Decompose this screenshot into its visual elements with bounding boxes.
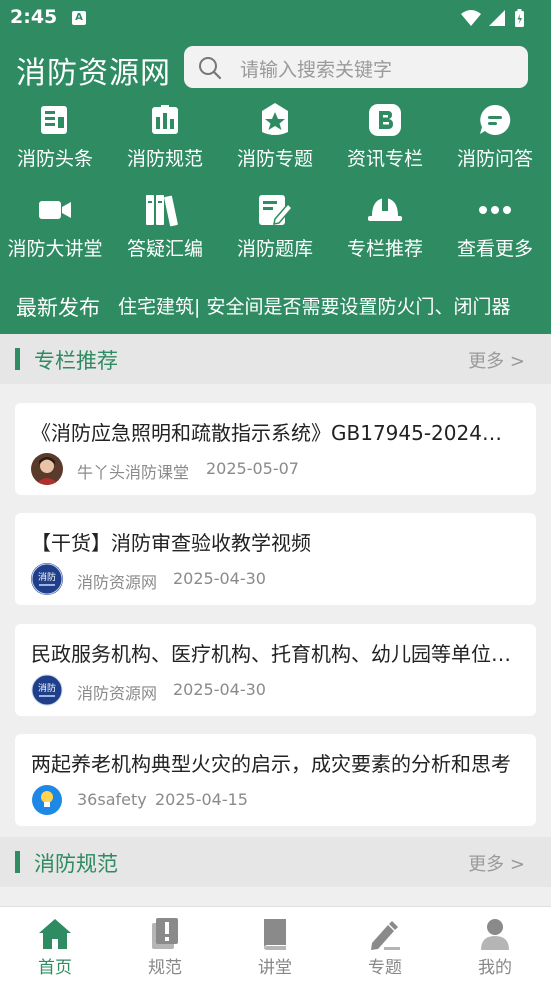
avatar: 消防	[31, 563, 63, 595]
notification-icon: A	[72, 11, 86, 25]
tab-profile[interactable]: 我的	[440, 907, 550, 982]
notice-icon	[152, 918, 178, 949]
grid-label: 查看更多	[456, 238, 533, 260]
video-camera-icon	[39, 201, 71, 219]
grid-label: 专栏推荐	[346, 238, 423, 260]
grid-label: 消防题库	[236, 238, 313, 260]
grid-item-lectures[interactable]: 消防大讲堂	[0, 190, 110, 261]
grid-item-column-recommend[interactable]: 专栏推荐	[330, 190, 440, 261]
helmet-icon	[368, 198, 402, 221]
signal-icon	[489, 10, 505, 26]
grid-item-see-more[interactable]: 查看更多	[440, 190, 550, 261]
article-card[interactable]: 【干货】消防审查验收教学视频 消防 消防资源网 2025-04-30	[15, 513, 536, 605]
grid-label: 资讯专栏	[346, 148, 423, 170]
section-header-column-recommend: 专栏推荐 更多 >	[0, 334, 551, 384]
svg-text:消防: 消防	[38, 571, 56, 583]
article-title: 民政服务机构、医疗机构、托育机构、幼儿园等单位消防安全	[31, 642, 521, 666]
grid-item-standards[interactable]: 消防规范	[110, 100, 220, 171]
article-source: 36safety	[77, 790, 147, 809]
wifi-icon	[461, 10, 481, 26]
user-icon	[481, 919, 509, 950]
avatar	[31, 453, 63, 485]
avatar	[31, 784, 63, 816]
tab-label: 首页	[38, 958, 72, 978]
article-source: 消防资源网	[77, 573, 158, 592]
star-badge-icon	[262, 103, 288, 135]
tab-label: 讲堂	[258, 958, 292, 978]
search-placeholder: 请输入搜索关键字	[240, 59, 393, 81]
grid-item-qa[interactable]: 消防问答	[440, 100, 550, 171]
blog-icon	[369, 104, 401, 136]
more-dots-icon	[479, 206, 511, 214]
article-card[interactable]: 民政服务机构、医疗机构、托育机构、幼儿园等单位消防安全 消防 消防资源网 202…	[15, 624, 536, 716]
newspaper-icon	[41, 106, 67, 134]
grid-item-qa-compilation[interactable]: 答疑汇编	[110, 190, 220, 261]
grid-item-news-column[interactable]: 资讯专栏	[330, 100, 440, 171]
bottom-tab-bar: 首页 规范 讲堂 专题 我的	[0, 906, 551, 982]
chat-bubble-icon	[480, 104, 511, 135]
article-source: 牛丫头消防课堂	[77, 463, 190, 482]
tab-label: 规范	[148, 958, 182, 978]
article-title: 两起养老机构典型火灾的启示，成灾要素的分析和思考	[31, 752, 511, 776]
app-title: 消防资源网	[16, 56, 171, 91]
article-source: 消防资源网	[77, 684, 158, 703]
home-icon	[39, 919, 71, 949]
status-time: 2:45	[10, 6, 58, 28]
header: 2:45 A 消防资源网 请输入搜索关键字 消防头条 消防规范 消防专题 资讯专…	[0, 0, 551, 334]
pen-icon	[371, 921, 400, 950]
article-title: 【干货】消防审查验收教学视频	[31, 531, 311, 555]
svg-text:消防: 消防	[38, 682, 56, 694]
more-link[interactable]: 更多 >	[468, 347, 525, 373]
tab-lectures[interactable]: 讲堂	[220, 907, 330, 982]
article-card[interactable]: 两起养老机构典型火灾的启示，成灾要素的分析和思考 36safety 2025-0…	[15, 734, 536, 826]
grid-item-topics[interactable]: 消防专题	[220, 100, 330, 171]
grid-label: 消防头条	[16, 148, 93, 170]
latest-label: 最新发布	[16, 296, 100, 320]
section-accent-bar	[15, 348, 20, 370]
more-link[interactable]: 更多 >	[468, 850, 525, 876]
grid-label: 答疑汇编	[126, 238, 203, 260]
tab-label: 我的	[478, 958, 512, 978]
grid-item-question-bank[interactable]: 消防题库	[220, 190, 330, 261]
grid-label: 消防专题	[236, 148, 313, 170]
article-date: 2025-04-30	[173, 569, 266, 588]
latest-marquee[interactable]: 住宅建筑| 安全间是否需要设置防火门、闭门器	[118, 292, 510, 319]
tab-label: 专题	[368, 958, 402, 978]
section-title: 专栏推荐	[34, 349, 118, 373]
search-icon	[199, 57, 222, 80]
article-title: 《消防应急照明和疏散指示系统》GB17945-2024标准解读	[31, 421, 521, 445]
article-date: 2025-04-30	[173, 680, 266, 699]
book-icon	[264, 919, 286, 950]
edit-doc-icon	[259, 195, 293, 225]
grid-item-headlines[interactable]: 消防头条	[0, 100, 110, 171]
tab-standards[interactable]: 规范	[110, 907, 220, 982]
status-icons	[461, 9, 524, 27]
tab-home[interactable]: 首页	[0, 907, 110, 982]
status-bar: 2:45 A	[0, 0, 551, 38]
search-input[interactable]: 请输入搜索关键字	[184, 46, 528, 88]
tab-topics[interactable]: 专题	[330, 907, 440, 982]
grid-label: 消防大讲堂	[7, 238, 103, 260]
grid-label: 消防问答	[456, 148, 533, 170]
article-date: 2025-05-07	[206, 459, 299, 478]
section-accent-bar	[15, 851, 20, 873]
grid-label: 消防规范	[126, 148, 203, 170]
avatar: 消防	[31, 674, 63, 706]
article-date: 2025-04-15	[155, 790, 248, 809]
article-card[interactable]: 《消防应急照明和疏散指示系统》GB17945-2024标准解读 牛丫头消防课堂 …	[15, 403, 536, 495]
section-title: 消防规范	[34, 852, 118, 876]
books-icon	[146, 195, 178, 227]
section-header-standards: 消防规范 更多 >	[0, 837, 551, 887]
bar-chart-doc-icon	[152, 105, 178, 134]
